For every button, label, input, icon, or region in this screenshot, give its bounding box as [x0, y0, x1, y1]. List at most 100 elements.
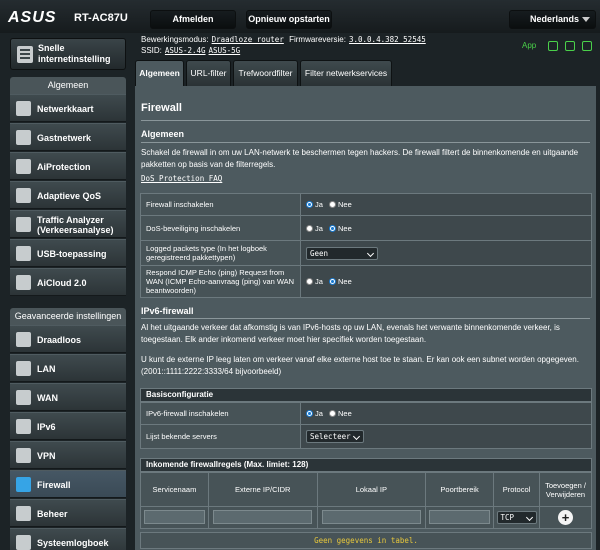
aiprotection-icon [16, 159, 31, 174]
icmp-echo-label: Respond ICMP Echo (ping) Request from WA… [140, 265, 301, 298]
language-value: Nederlands [530, 14, 580, 24]
sidebar-item-lan[interactable]: LAN [10, 354, 126, 382]
aicloud-icon [16, 275, 31, 290]
ipv6-yes-radio[interactable] [306, 410, 313, 417]
tab-url-filter[interactable]: URL-filter [186, 60, 231, 86]
sidebar-item-firewall[interactable]: Firewall [10, 470, 126, 498]
port-range-input[interactable] [428, 509, 491, 524]
icmp-yes-radio[interactable] [306, 278, 313, 285]
sidebar-advanced-heading: Geavanceerde instellingen [10, 308, 126, 325]
sidebar-item-guest-network[interactable]: Gastnetwerk [10, 123, 126, 151]
logged-packets-select[interactable]: Geen [306, 246, 378, 260]
model-name: RT-AC87U [74, 12, 128, 24]
tab-keyword-filter[interactable]: Trefwoordfilter [233, 60, 298, 86]
remote-ip-cell [207, 506, 318, 529]
ipv6-icon [16, 419, 31, 434]
sidebar-item-ipv6[interactable]: IPv6 [10, 412, 126, 440]
title-divider [141, 120, 590, 121]
chevron-down-icon [582, 17, 590, 22]
page-title: Firewall [141, 102, 182, 114]
general-divider [141, 142, 590, 143]
sidebar-item-system-log[interactable]: Systeemlogboek [10, 528, 126, 550]
app-link[interactable]: App [522, 41, 536, 50]
sidebar-item-label: Adaptieve QoS [37, 191, 102, 201]
radio-label: Ja [315, 223, 323, 233]
op-mode-info: Bewerkingsmodus: Draadloze router Firmwar… [141, 35, 426, 44]
firewall-no-radio[interactable] [329, 201, 337, 208]
quick-internet-setup-button[interactable]: Snelle internetinstelling [10, 38, 126, 70]
usb-icon[interactable] [565, 41, 575, 51]
select-value: TCP [500, 513, 515, 522]
col-protocol: Protocol [493, 472, 541, 507]
protocol-select[interactable]: TCP [496, 511, 537, 524]
network-status-icon[interactable] [582, 41, 592, 51]
col-add-delete: Toevoegen / Verwijderen [539, 472, 592, 507]
known-servers-label: Lijst bekende servers [140, 424, 301, 449]
ssid-info: SSID: ASUS-2.4G ASUS-5G [141, 46, 240, 55]
tab-network-services-filter[interactable]: Filter netwerkservices [300, 60, 392, 86]
service-name-input[interactable] [143, 509, 206, 524]
sidebar-item-aicloud[interactable]: AiCloud 2.0 [10, 268, 126, 296]
ssid-1: ASUS-2.4G [164, 46, 206, 55]
ipv6-firewall-heading: IPv6-firewall [141, 306, 194, 316]
general-heading: Algemeen [141, 129, 185, 139]
sidebar-item-label: IPv6 [37, 422, 56, 432]
col-remote-ip: Externe IP/CIDR [207, 472, 318, 507]
protocol-cell: TCP [493, 506, 541, 529]
tab-general[interactable]: Algemeen [135, 60, 184, 86]
sidebar-item-label: Gastnetwerk [37, 133, 92, 143]
local-ip-input[interactable] [321, 509, 421, 524]
ssid-2: ASUS-5G [208, 46, 241, 55]
col-port-range: Poortbereik [425, 472, 495, 507]
firewall-description: Schakel de firewall in om uw LAN-netwerk… [141, 148, 579, 169]
logged-packets-label: Logged packets type (In het logboek gere… [140, 240, 301, 266]
asus-logo: ASUS [8, 9, 57, 26]
icmp-no-radio[interactable] [329, 278, 337, 285]
administration-icon [16, 506, 31, 521]
sidebar-item-network-map[interactable]: Netwerkkaart [10, 94, 126, 122]
radio-label: Ja [315, 277, 323, 286]
add-rule-icon[interactable]: + [558, 510, 573, 525]
usb-app-icon [16, 246, 31, 261]
firewall-icon [16, 477, 31, 492]
logout-button[interactable]: Afmelden [150, 10, 236, 29]
sidebar-item-usb[interactable]: USB-toepassing [10, 239, 126, 267]
sidebar-item-label: WAN [37, 393, 58, 403]
sidebar-item-traffic-analyzer[interactable]: Traffic Analyzer (Verkeersanalyse) [10, 210, 126, 238]
firewall-yes-radio[interactable] [306, 201, 313, 208]
firewall-panel: Firewall Algemeen Schakel de firewall in… [135, 86, 596, 550]
local-ip-cell [316, 506, 427, 529]
top-bar: ASUS RT-AC87U Afmelden Opnieuw opstarten… [0, 0, 600, 33]
vpn-icon [16, 448, 31, 463]
dos-yes-radio[interactable] [306, 224, 313, 232]
printer-icon[interactable] [548, 41, 558, 51]
sidebar-item-adaptive-qos[interactable]: Adaptieve QoS [10, 181, 126, 209]
lan-icon [16, 361, 31, 376]
remote-ip-input[interactable] [213, 509, 313, 524]
radio-label: Nee [338, 277, 352, 286]
traffic-analyzer-icon [16, 217, 31, 232]
op-mode-link[interactable]: Draadloze router [212, 35, 284, 44]
sidebar-item-label: Draadloos [37, 335, 82, 345]
ipv6-no-radio[interactable] [329, 410, 337, 417]
sidebar-item-wan[interactable]: WAN [10, 383, 126, 411]
sidebar-item-label: AiProtection [37, 162, 91, 172]
sidebar-item-administration[interactable]: Beheer [10, 499, 126, 527]
language-select[interactable]: Nederlands [509, 10, 596, 29]
basic-config-header: Basisconfiguratie [140, 388, 592, 402]
sidebar-item-vpn[interactable]: VPN [10, 441, 126, 469]
reboot-button[interactable]: Opnieuw opstarten [246, 10, 332, 29]
op-mode-label: Bewerkingsmodus: [141, 35, 209, 44]
sidebar-item-wireless[interactable]: Draadloos [10, 325, 126, 353]
ipv6-description-1: Al het uitgaande verkeer dat afkomstig i… [141, 323, 560, 344]
chevron-down-icon [525, 513, 533, 522]
dos-protection-options: Ja Nee [300, 215, 592, 241]
sidebar-item-aiprotection[interactable]: AiProtection [10, 152, 126, 180]
dos-no-radio[interactable] [329, 224, 337, 232]
known-servers-select[interactable]: Selecteer [306, 430, 364, 443]
firmware-link[interactable]: 3.0.0.4.382_52545 [349, 35, 426, 44]
sidebar-item-label: Beheer [37, 509, 68, 519]
qos-icon [16, 188, 31, 203]
ipv6-firewall-enable-label: IPv6-firewall inschakelen [140, 402, 301, 425]
dos-faq-link[interactable]: DoS Protection FAQ [141, 174, 222, 183]
